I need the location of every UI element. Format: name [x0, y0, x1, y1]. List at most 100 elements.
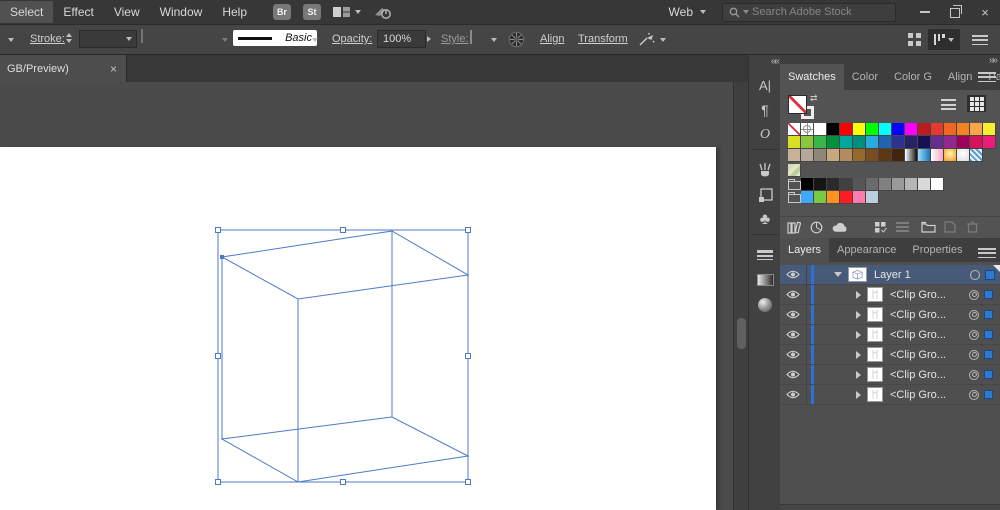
tab-align[interactable]: Align: [940, 64, 980, 90]
opentype-panel-icon[interactable]: O: [749, 123, 781, 147]
selection-handle[interactable]: [215, 353, 221, 359]
layer-name[interactable]: <Clip Gro...: [890, 389, 946, 401]
swatch[interactable]: [931, 123, 944, 136]
swatch[interactable]: [892, 123, 905, 136]
target-icon[interactable]: [969, 349, 979, 360]
visibility-toggle[interactable]: [780, 365, 807, 384]
anchor-point[interactable]: [220, 255, 224, 259]
document-tab[interactable]: GB/Preview) ×: [0, 55, 127, 82]
swatch[interactable]: [814, 123, 827, 136]
menu-effect[interactable]: Effect: [53, 1, 103, 23]
layer-thumbnail[interactable]: [867, 287, 883, 302]
swatch[interactable]: [853, 178, 866, 191]
expand-layer-icon[interactable]: [856, 350, 861, 359]
layer-row[interactable]: <Clip Gro...: [780, 325, 1000, 345]
swatch[interactable]: [853, 123, 866, 136]
control-bar-menu-icon[interactable]: [972, 33, 988, 47]
arrange-grid-icon[interactable]: [908, 33, 921, 46]
layer-name[interactable]: <Clip Gro...: [890, 349, 946, 361]
tab-color-g[interactable]: Color G: [886, 64, 940, 90]
swatch[interactable]: [957, 136, 970, 149]
visibility-toggle[interactable]: [780, 265, 807, 284]
layer-thumbnail[interactable]: [867, 347, 883, 362]
swatch[interactable]: [853, 149, 866, 162]
opacity-field[interactable]: 100%: [377, 30, 426, 48]
delete-swatch-icon[interactable]: [964, 220, 980, 234]
selection-indicator[interactable]: [984, 390, 993, 399]
selected-artwork[interactable]: [0, 82, 733, 510]
character-panel-icon[interactable]: A|: [749, 73, 781, 97]
expand-layer-icon[interactable]: [856, 370, 861, 379]
stroke-weight-stepper[interactable]: [66, 33, 72, 43]
swatch[interactable]: [840, 136, 853, 149]
swatch[interactable]: [983, 136, 996, 149]
swatch[interactable]: [905, 123, 918, 136]
layers-panel-menu-icon[interactable]: [978, 246, 996, 260]
target-icon[interactable]: [970, 269, 980, 280]
style-label[interactable]: Style:: [441, 33, 469, 45]
swatch[interactable]: [827, 178, 840, 191]
layer-name[interactable]: <Clip Gro...: [890, 309, 946, 321]
swatch[interactable]: [866, 191, 879, 204]
tab-color[interactable]: Color: [844, 64, 886, 90]
close-button[interactable]: ×: [970, 0, 1000, 24]
stroke-weight-field[interactable]: [79, 30, 137, 48]
swatch[interactable]: [801, 149, 814, 162]
layer-name[interactable]: Layer 1: [874, 269, 911, 281]
swatch[interactable]: [814, 178, 827, 191]
swatch[interactable]: [814, 136, 827, 149]
selection-indicator[interactable]: [984, 330, 993, 339]
selection-handle[interactable]: [340, 227, 346, 233]
swatch[interactable]: [814, 149, 827, 162]
bridge-button[interactable]: Br: [273, 4, 291, 20]
layer-row[interactable]: <Clip Gro...: [780, 305, 1000, 325]
expand-layer-icon[interactable]: [856, 390, 861, 399]
swatch[interactable]: [827, 136, 840, 149]
layer-name[interactable]: <Clip Gro...: [890, 369, 946, 381]
swatch[interactable]: [853, 136, 866, 149]
tab-close-icon[interactable]: ×: [108, 62, 119, 76]
swatch[interactable]: [866, 178, 879, 191]
list-view-icon[interactable]: [941, 99, 956, 110]
layer-thumbnail[interactable]: [867, 367, 883, 382]
swatch[interactable]: [918, 149, 931, 162]
swatch[interactable]: [983, 123, 996, 136]
target-icon[interactable]: [969, 369, 979, 380]
layer-thumbnail[interactable]: [867, 327, 883, 342]
swatch[interactable]: [866, 149, 879, 162]
selection-handles[interactable]: [215, 227, 471, 485]
stroke-style-dropdown[interactable]: Basic: [233, 30, 317, 46]
select-similar-icon[interactable]: [638, 32, 655, 47]
stroke-panel-icon[interactable]: [749, 243, 781, 267]
selection-handle[interactable]: [465, 479, 471, 485]
swatch[interactable]: [840, 149, 853, 162]
cube-wireframe[interactable]: [220, 230, 470, 483]
tab-appearance[interactable]: Appearance: [829, 238, 904, 262]
swatch[interactable]: [970, 149, 983, 162]
swatch[interactable]: [905, 149, 918, 162]
swatch[interactable]: [801, 191, 814, 204]
swatch[interactable]: [892, 136, 905, 149]
swatch[interactable]: [944, 123, 957, 136]
swatch[interactable]: [944, 149, 957, 162]
layer-row[interactable]: <Clip Gro...: [780, 385, 1000, 405]
swatch[interactable]: [931, 149, 944, 162]
recolor-artwork-icon[interactable]: [508, 31, 525, 48]
visibility-toggle[interactable]: [780, 345, 807, 364]
swatch[interactable]: [801, 123, 814, 136]
swatch[interactable]: [970, 136, 983, 149]
workspace-active-button[interactable]: [928, 29, 960, 50]
swatch[interactable]: [801, 178, 814, 191]
swatch[interactable]: [827, 123, 840, 136]
target-icon[interactable]: [969, 389, 979, 400]
arrange-documents-button[interactable]: [333, 6, 361, 18]
swatch[interactable]: [827, 149, 840, 162]
swatch[interactable]: [788, 149, 801, 162]
visibility-toggle[interactable]: [780, 385, 807, 404]
swatch[interactable]: [788, 164, 801, 177]
layer-thumbnail[interactable]: [867, 307, 883, 322]
scrollbar-thumb[interactable]: [737, 318, 746, 349]
selection-indicator[interactable]: [984, 310, 993, 319]
brush-preview-box[interactable]: [141, 29, 143, 43]
expand-layer-icon[interactable]: [856, 290, 861, 299]
